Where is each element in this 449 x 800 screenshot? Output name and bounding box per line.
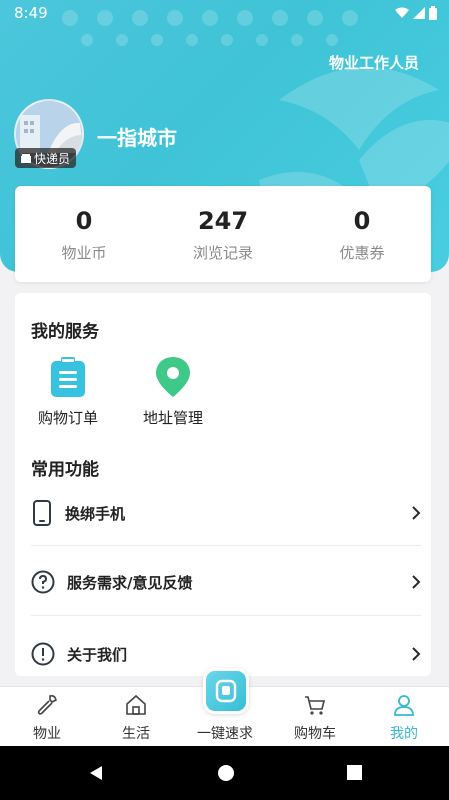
role-switch-link[interactable]: 物业工作人员 bbox=[329, 52, 419, 73]
back-icon[interactable] bbox=[88, 765, 104, 781]
service-label: 地址管理 bbox=[142, 409, 203, 427]
section-title-services: 我的服务 bbox=[31, 322, 99, 342]
chevron-right-icon bbox=[412, 506, 421, 520]
function-label: 服务需求/意见反馈 bbox=[67, 573, 193, 592]
tab-property[interactable]: 物业 bbox=[2, 687, 92, 747]
user-icon bbox=[394, 695, 414, 716]
tab-label: 一键速求 bbox=[197, 726, 253, 742]
signal-icon bbox=[413, 7, 425, 19]
stat-label: 优惠券 bbox=[339, 244, 385, 262]
divider bbox=[31, 615, 421, 616]
service-icon bbox=[215, 679, 237, 703]
status-time: 8:49 bbox=[14, 4, 48, 22]
home-icon bbox=[126, 694, 146, 715]
chevron-right-icon bbox=[412, 575, 421, 589]
wifi-icon bbox=[395, 7, 409, 18]
service-shopping-orders[interactable]: 购物订单 bbox=[23, 357, 113, 428]
function-label: 换绑手机 bbox=[65, 504, 126, 523]
tab-label: 我的 bbox=[390, 726, 418, 742]
stat-label: 浏览记录 bbox=[192, 244, 253, 262]
chevron-right-icon bbox=[412, 647, 421, 661]
stat-label: 物业币 bbox=[61, 244, 107, 262]
function-change-phone[interactable]: 换绑手机 bbox=[31, 489, 421, 537]
question-circle-icon bbox=[31, 570, 55, 594]
stat-property-coins[interactable]: 0 物业币 bbox=[15, 206, 153, 263]
system-navigation-bar bbox=[0, 746, 449, 800]
info-circle-icon bbox=[31, 642, 55, 666]
function-feedback[interactable]: 服务需求/意见反馈 bbox=[31, 558, 421, 606]
section-title-functions: 常用功能 bbox=[31, 460, 99, 480]
recents-icon[interactable] bbox=[347, 765, 362, 780]
stat-value: 0 bbox=[75, 207, 93, 235]
services-card: 我的服务 购物订单 地址管理 常用功能 换绑手机 服务需求/意见反馈 关于我们 bbox=[15, 293, 431, 676]
tab-label: 购物车 bbox=[294, 726, 336, 742]
wrench-icon bbox=[37, 695, 57, 715]
tab-cart[interactable]: 购物车 bbox=[270, 687, 360, 747]
battery-icon bbox=[429, 6, 437, 20]
function-label: 关于我们 bbox=[67, 645, 128, 664]
status-icons bbox=[395, 6, 437, 20]
status-bar: 8:49 bbox=[0, 0, 449, 26]
tab-label: 生活 bbox=[122, 726, 150, 742]
tab-label: 物业 bbox=[33, 726, 61, 742]
cart-icon bbox=[305, 696, 326, 715]
divider bbox=[31, 545, 421, 546]
stats-card: 0 物业币 247 浏览记录 0 优惠券 bbox=[15, 186, 431, 282]
phone-icon bbox=[33, 500, 51, 526]
stat-value: 247 bbox=[197, 207, 249, 235]
box-icon bbox=[21, 153, 31, 163]
stat-value: 0 bbox=[353, 207, 371, 235]
username: 一指城市 bbox=[97, 126, 177, 150]
service-label: 购物订单 bbox=[37, 409, 98, 427]
tab-mine[interactable]: 我的 bbox=[359, 687, 449, 747]
stat-browse-history[interactable]: 247 浏览记录 bbox=[154, 206, 292, 263]
service-address-management[interactable]: 地址管理 bbox=[128, 357, 218, 428]
stat-coupons[interactable]: 0 优惠券 bbox=[293, 206, 431, 263]
badge-label: 快递员 bbox=[34, 151, 71, 166]
tab-life[interactable]: 生活 bbox=[91, 687, 181, 747]
clipboard-icon bbox=[51, 357, 85, 397]
location-pin-icon bbox=[156, 357, 190, 397]
home-circle-icon[interactable] bbox=[217, 764, 235, 782]
quick-request-button[interactable] bbox=[203, 668, 249, 714]
role-badge: 快递员 bbox=[15, 148, 77, 168]
